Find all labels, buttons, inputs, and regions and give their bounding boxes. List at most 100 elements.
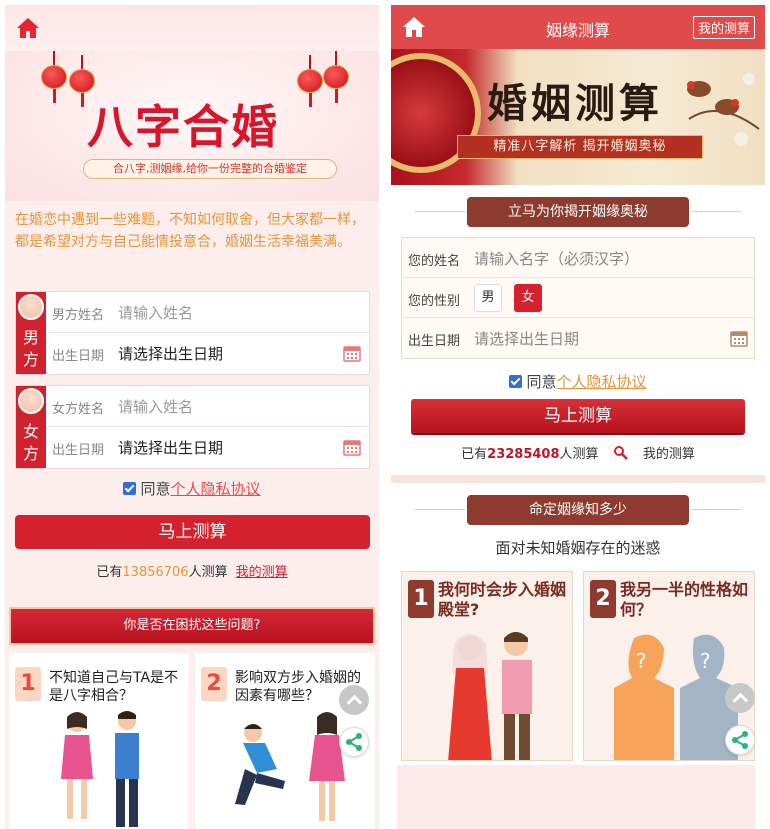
lantern-decoration	[297, 55, 323, 107]
intro-text: 在婚恋中遇到一些难题，不知如何取舍，但大家都一样，都是希望对方与自己能情投意合，…	[15, 212, 365, 250]
gender-male-button[interactable]: 男	[474, 284, 502, 312]
privacy-agree-row: 同意个人隐私协议	[391, 371, 765, 392]
proposal-illustration	[235, 712, 345, 821]
right-header: 姻缘测算 我的测算	[391, 5, 765, 49]
share-icon	[732, 731, 748, 749]
gender-label: 您的性别	[408, 294, 461, 309]
female-name-row[interactable]: 女方姓名 请输入姓名	[46, 386, 369, 427]
agree-label: 同意	[140, 480, 171, 498]
section-divider	[391, 475, 765, 483]
count-prefix: 已有	[96, 565, 123, 580]
home-icon[interactable]	[15, 15, 41, 41]
female-date-row[interactable]: 出生日期 请选择出生日期	[46, 427, 369, 468]
female-date-input[interactable]: 请选择出生日期	[118, 437, 223, 458]
name-label: 您的姓名	[408, 254, 461, 269]
scroll-top-button[interactable]	[725, 683, 755, 713]
left-topbar	[5, 5, 379, 51]
banner-subtitle: 精准八字解析 揭开婚姻奥秘	[457, 135, 703, 159]
gender-char: 方	[22, 444, 39, 463]
right-hero-banner: 婚姻测算 精准八字解析 揭开婚姻奥秘	[391, 49, 765, 185]
right-form: 您的姓名 请输入名字（必须汉字） 您的性别 男 女 出生日期 请选择出生日期	[401, 237, 755, 359]
male-date-row[interactable]: 出生日期 请选择出生日期	[46, 333, 369, 374]
privacy-agree-row: 同意个人隐私协议	[5, 478, 379, 499]
count-prefix: 已有	[461, 447, 488, 462]
lantern-decoration	[41, 51, 67, 103]
male-name-row[interactable]: 男方姓名 请输入姓名	[46, 292, 369, 333]
privacy-link[interactable]: 个人隐私协议	[557, 373, 647, 391]
gender-char: 男	[22, 328, 39, 347]
screenshot-root: 八字合婚 合八字,测姻缘,给你一份完整的合婚鉴定 在婚恋中遇到一些难题，不知如何…	[0, 0, 770, 829]
count-suffix: 人测算	[188, 565, 228, 580]
female-form-card: 女 方 女方姓名 请输入姓名 出生日期 请选择出生日期	[15, 385, 370, 469]
section-subtitle: 面对未知婚姻存在的迷惑	[495, 539, 661, 557]
left-page: 八字合婚 合八字,测姻缘,给你一份完整的合婚鉴定 在婚恋中遇到一些难题，不知如何…	[5, 5, 379, 829]
question-text: 不知道自己与TA是不是八字相合？	[49, 670, 179, 704]
male-form-card: 男 方 男方姓名 请输入姓名 出生日期 请选择出生日期	[15, 291, 370, 375]
calendar-icon[interactable]	[730, 329, 748, 347]
gender-row: 您的性别 男 女	[402, 278, 754, 318]
female-name-input[interactable]: 请输入姓名	[118, 396, 193, 417]
couple-illustration	[61, 711, 139, 827]
mystery-couple-illustration: ? ?	[614, 634, 738, 760]
count-number: 13856706	[122, 565, 189, 580]
share-button[interactable]	[725, 725, 755, 755]
male-name-label: 男方姓名	[52, 308, 105, 323]
question-number: 1	[408, 580, 434, 618]
question-number: 1	[15, 667, 41, 701]
section-ribbon: 立马为你揭开姻缘奥秘	[415, 197, 741, 227]
date-label: 出生日期	[408, 334, 461, 349]
footer-area	[397, 765, 755, 829]
banner-title: 婚姻测算	[487, 80, 663, 127]
name-input[interactable]: 请输入名字（必须汉字）	[474, 248, 639, 269]
svg-text:?: ?	[636, 649, 647, 673]
agree-checkbox[interactable]	[123, 482, 137, 495]
male-side-tab: 男 方	[16, 292, 46, 374]
question-card[interactable]: 1 不知道自己与TA是不是八字相合？	[9, 653, 189, 829]
date-input[interactable]: 请选择出生日期	[474, 328, 579, 349]
agree-checkbox[interactable]	[509, 375, 523, 388]
hero-title: 八字合婚	[87, 100, 279, 154]
female-avatar	[18, 388, 44, 414]
calendar-icon[interactable]	[343, 438, 361, 456]
question-card[interactable]: 1 我何时会步入婚姻殿堂?	[401, 571, 573, 761]
hero-subtitle: 合八字,测姻缘,给你一份完整的合婚鉴定	[83, 159, 337, 179]
calendar-icon[interactable]	[343, 344, 361, 362]
male-avatar	[18, 294, 44, 320]
section-ribbon: 命定姻缘知多少	[415, 495, 741, 525]
date-row[interactable]: 出生日期 请选择出生日期	[402, 318, 754, 358]
agree-label: 同意	[526, 373, 557, 391]
usage-count: 已有13856706人测算 我的测算	[5, 561, 379, 580]
name-row[interactable]: 您的姓名 请输入名字（必须汉字）	[402, 238, 754, 278]
female-date-label: 出生日期	[52, 443, 105, 458]
male-name-input[interactable]: 请输入姓名	[118, 302, 193, 323]
count-number: 23285408	[487, 447, 560, 462]
lantern-decoration	[323, 51, 349, 103]
male-date-input[interactable]: 请选择出生日期	[118, 343, 223, 364]
count-suffix: 人测算	[559, 447, 599, 462]
submit-button[interactable]: 马上测算	[411, 399, 745, 433]
question-number: 2	[590, 580, 616, 618]
svg-text:?: ?	[700, 649, 711, 673]
gender-char: 方	[22, 350, 39, 369]
female-side-tab: 女 方	[16, 386, 46, 468]
share-icon	[346, 733, 362, 751]
share-button[interactable]	[339, 727, 369, 757]
question-text: 我何时会步入婚姻殿堂?	[438, 580, 567, 619]
privacy-link[interactable]: 个人隐私协议	[171, 480, 261, 498]
gender-char: 女	[22, 422, 39, 441]
gender-female-button[interactable]: 女	[514, 284, 542, 312]
birds-decoration	[687, 73, 760, 146]
section-title-banner: 你是否在困扰这些问题?	[9, 607, 375, 645]
right-page: 姻缘测算 我的测算 婚姻测算 精准八字解析 揭开婚姻奥秘 立马为你揭开姻缘奥秘 …	[391, 5, 765, 829]
wedding-couple-illustration	[448, 632, 532, 760]
female-name-label: 女方姓名	[52, 402, 105, 417]
submit-button[interactable]: 马上测算	[15, 515, 370, 549]
male-date-label: 出生日期	[52, 349, 105, 364]
search-icon[interactable]	[613, 445, 629, 461]
my-results-button[interactable]: 我的测算	[692, 16, 755, 39]
my-results-link[interactable]: 我的测算	[643, 447, 695, 462]
usage-count: 已有23285408人测算 我的测算	[391, 443, 765, 462]
my-results-link[interactable]: 我的测算	[236, 565, 288, 580]
scroll-top-button[interactable]	[339, 685, 369, 715]
question-text: 我另一半的性格如何？	[620, 580, 749, 619]
